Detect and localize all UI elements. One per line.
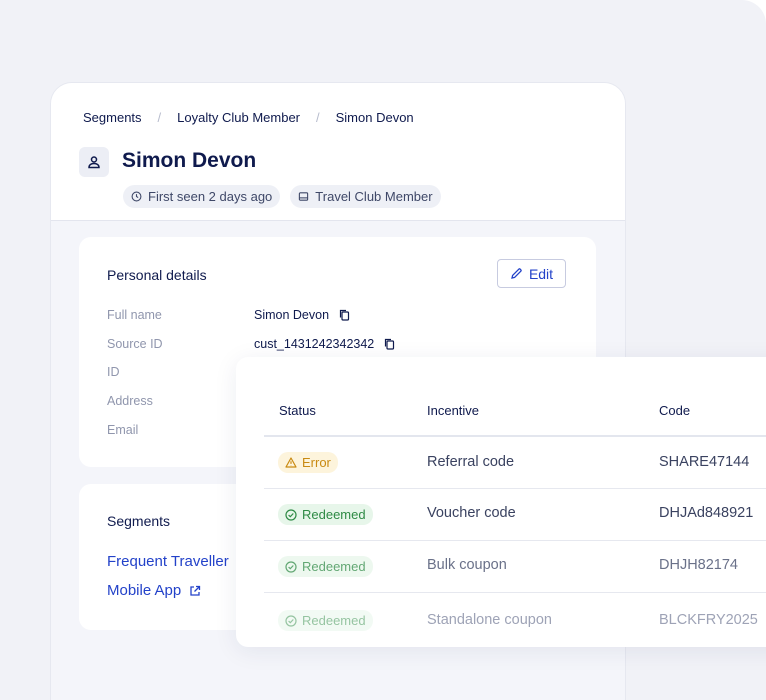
first-seen-chip: First seen 2 days ago xyxy=(123,185,281,208)
clock-icon xyxy=(131,191,142,202)
pencil-icon xyxy=(511,268,522,279)
status-text: Redeemed xyxy=(302,507,366,522)
first-seen-text: First seen 2 days ago xyxy=(148,189,273,204)
copy-icon[interactable] xyxy=(384,338,395,350)
field-label-id: ID xyxy=(107,365,120,379)
row-divider xyxy=(264,592,766,593)
incentives-table: Status Incentive Code Error Referral cod… xyxy=(236,357,766,647)
segment-chip-text: Travel Club Member xyxy=(315,189,433,204)
breadcrumb-separator: / xyxy=(316,110,320,125)
status-text: Redeemed xyxy=(302,559,366,574)
code-cell: DHJH82174 xyxy=(659,557,738,573)
customer-chips: First seen 2 days ago Travel Club Member xyxy=(123,185,441,208)
segment-link-mobile-app[interactable]: Mobile App xyxy=(107,582,201,599)
field-label-email: Email xyxy=(107,423,139,437)
status-badge-redeemed: Redeemed xyxy=(278,504,373,525)
page-title: Simon Devon xyxy=(122,149,257,172)
incentive-cell: Voucher code xyxy=(427,505,516,521)
edit-button-label: Edit xyxy=(528,265,554,282)
code-cell: DHJAd848921 xyxy=(659,505,754,521)
field-label-address: Address xyxy=(107,394,153,408)
status-text: Error xyxy=(302,455,331,470)
app-canvas: Segments / Loyalty Club Member / Simon D… xyxy=(0,0,766,700)
segment-link-label: Frequent Traveller xyxy=(107,553,229,570)
customer-header: Segments / Loyalty Club Member / Simon D… xyxy=(51,83,625,221)
full-name-value: Simon Devon xyxy=(254,308,330,322)
status-badge-redeemed: Redeemed xyxy=(278,556,373,577)
status-badge-redeemed: Redeemed xyxy=(278,610,373,631)
field-value-source-id: cust_1431242342342 xyxy=(254,337,395,351)
column-header-incentive: Incentive xyxy=(427,403,480,418)
external-link-icon xyxy=(190,585,201,596)
user-avatar-icon xyxy=(79,147,109,177)
code-cell: BLCKFRY2025 xyxy=(659,612,758,628)
personal-details-title: Personal details xyxy=(107,267,207,283)
incentive-cell: Bulk coupon xyxy=(427,557,507,573)
column-header-code: Code xyxy=(659,403,691,418)
field-label-full-name: Full name xyxy=(107,308,162,322)
breadcrumb-separator: / xyxy=(157,110,162,125)
breadcrumb-item-current: Simon Devon xyxy=(335,110,414,125)
breadcrumb-item-loyalty[interactable]: Loyalty Club Member xyxy=(177,110,300,125)
incentive-cell: Standalone coupon xyxy=(427,612,552,628)
header-divider xyxy=(264,435,766,437)
segments-title: Segments xyxy=(107,513,171,529)
column-header-status: Status xyxy=(279,403,316,418)
warning-icon xyxy=(285,457,297,468)
edit-button[interactable]: Edit xyxy=(497,259,566,288)
status-text: Redeemed xyxy=(302,613,366,628)
check-circle-icon xyxy=(285,614,297,627)
check-circle-icon xyxy=(285,560,297,573)
status-badge-error: Error xyxy=(278,452,338,473)
field-value-full-name: Simon Devon xyxy=(254,308,350,322)
breadcrumb: Segments / Loyalty Club Member / Simon D… xyxy=(83,110,414,125)
code-cell: SHARE47144 xyxy=(659,454,750,470)
copy-icon[interactable] xyxy=(339,309,350,321)
row-divider xyxy=(264,488,766,489)
segment-link-label: Mobile App xyxy=(107,582,182,599)
incentive-cell: Referral code xyxy=(427,454,515,470)
tray-icon xyxy=(299,192,309,201)
breadcrumb-item-segments[interactable]: Segments xyxy=(83,110,142,125)
source-id-value: cust_1431242342342 xyxy=(254,337,375,351)
field-label-source-id: Source ID xyxy=(107,337,163,351)
check-circle-icon xyxy=(285,508,297,521)
segment-link-frequent-traveller[interactable]: Frequent Traveller xyxy=(107,553,229,570)
row-divider xyxy=(264,540,766,541)
segment-chip: Travel Club Member xyxy=(290,185,441,208)
